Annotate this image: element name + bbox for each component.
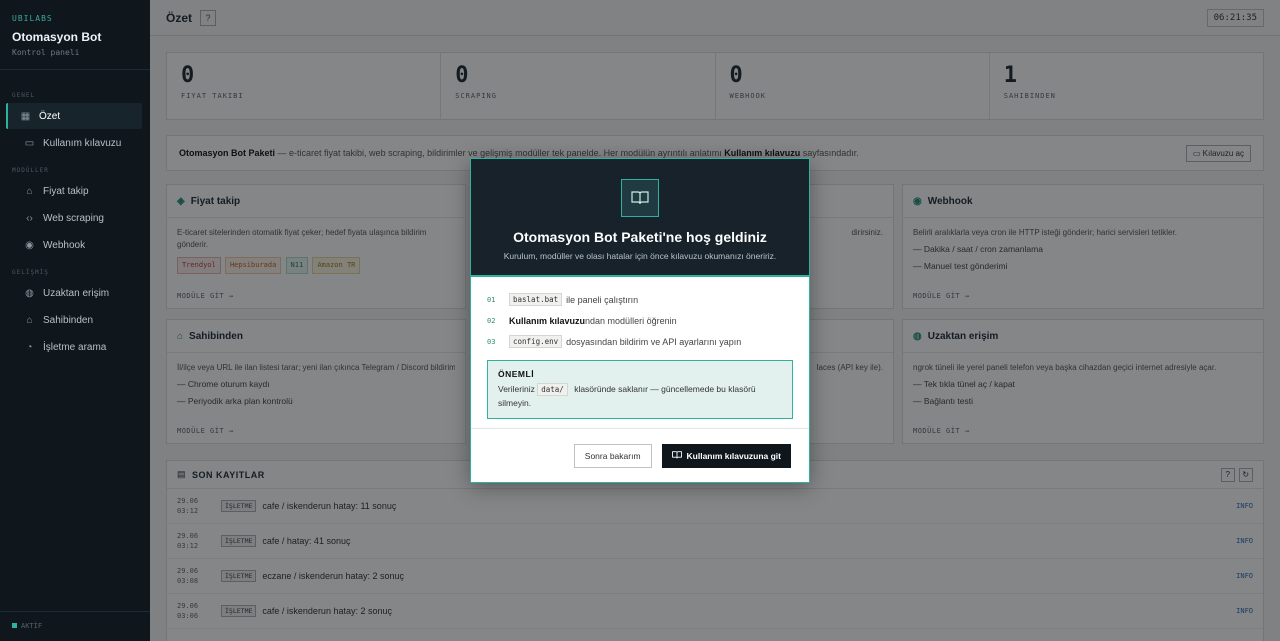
sidebar-item-kilavuz[interactable]: ▭ Kullanım kılavuzu xyxy=(6,130,142,156)
step-number: 03 xyxy=(487,337,496,346)
sidebar-item-fiyat-takip[interactable]: ⌂ Fiyat takip xyxy=(6,178,142,204)
sidebar-item-ozet[interactable]: ▦ Özet xyxy=(6,103,142,129)
tag-icon: ⌂ xyxy=(26,185,33,197)
sidebar-item-sahibinden[interactable]: ⌂ Sahibinden xyxy=(6,307,142,333)
step-bold: Kullanım kılavuzu xyxy=(509,315,586,326)
step-text: ile paneli çalıştırın xyxy=(566,294,639,305)
sidebar-item-label: Fiyat takip xyxy=(43,185,89,197)
globe-icon: ◍ xyxy=(25,287,34,299)
brand-title: Otomasyon Bot xyxy=(12,30,102,44)
sidebar: UBILABS Otomasyon Bot Kontrol paneli GEN… xyxy=(0,0,150,641)
important-notice: ÖNEMLİ Verileriniz data/ klasöründe sakl… xyxy=(487,360,793,419)
book-icon xyxy=(671,450,682,461)
brand-tag: UBILABS xyxy=(12,14,53,23)
modal-hero: Otomasyon Bot Paketi'ne hoş geldiniz Kur… xyxy=(471,159,809,277)
code-snippet: baslat.bat xyxy=(509,293,563,306)
status-dot xyxy=(12,623,17,628)
sidebar-item-web-scraping[interactable]: ‹› Web scraping xyxy=(6,205,142,231)
notice-text: Verileriniz data/ klasöründe saklanır — … xyxy=(498,383,782,410)
pin-icon: ◔ xyxy=(26,341,33,353)
section-label-advanced: GELİŞMİŞ xyxy=(12,269,49,276)
brand: UBILABS Otomasyon Bot Kontrol paneli xyxy=(0,0,150,70)
code-snippet: config.env xyxy=(509,335,563,348)
steps-list: 01 baslat.bat ile paneli çalıştırın 02 K… xyxy=(471,277,809,352)
sidebar-item-label: Webhook xyxy=(43,239,86,251)
step-3: 03 config.env dosyasından bildirim ve AP… xyxy=(487,331,793,352)
section-label-general: GENEL xyxy=(12,92,36,99)
sidebar-item-label: Web scraping xyxy=(43,212,104,224)
step-number: 02 xyxy=(487,316,496,325)
grid-icon: ▦ xyxy=(20,110,31,122)
code-snippet: data/ xyxy=(537,383,568,396)
signal-icon: ◉ xyxy=(25,239,34,251)
notice-title: ÖNEMLİ xyxy=(498,369,535,379)
modal-subtitle: Kurulum, modüller ve olası hatalar için … xyxy=(503,251,777,261)
sidebar-footer: AKTİF xyxy=(0,611,150,641)
step-text: ndan modülleri öğrenin xyxy=(585,315,677,326)
go-to-guide-button[interactable]: Kullanım kılavuzuna git xyxy=(661,443,791,468)
modal-actions: Sonra bakarım Kullanım kılavuzuna git xyxy=(471,428,809,482)
notice-pre: Verileriniz xyxy=(498,384,535,394)
sidebar-item-label: İşletme arama xyxy=(43,341,107,353)
brand-subtitle: Kontrol paneli xyxy=(12,48,80,57)
step-1: 01 baslat.bat ile paneli çalıştırın xyxy=(487,289,793,310)
welcome-modal: Otomasyon Bot Paketi'ne hoş geldiniz Kur… xyxy=(470,158,810,483)
later-button[interactable]: Sonra bakarım xyxy=(573,443,652,468)
status-text: AKTİF xyxy=(21,622,43,630)
book-icon: ▭ xyxy=(24,137,35,149)
sidebar-item-label: Kullanım kılavuzu xyxy=(43,137,122,149)
sidebar-item-uzaktan-erisim[interactable]: ◍ Uzaktan erişim xyxy=(6,280,142,306)
step-text: dosyasından bildirim ve API ayarlarını y… xyxy=(566,336,742,347)
sidebar-item-webhook[interactable]: ◉ Webhook xyxy=(6,232,142,258)
go-to-guide-label: Kullanım kılavuzuna git xyxy=(686,450,781,461)
book-icon xyxy=(621,179,659,217)
modal-title: Otomasyon Bot Paketi'ne hoş geldiniz xyxy=(513,229,767,245)
sidebar-item-label: Uzaktan erişim xyxy=(43,287,110,299)
section-label-modules: MODÜLLER xyxy=(12,167,49,174)
step-2: 02 Kullanım kılavuzu ndan modülleri öğren… xyxy=(487,310,793,331)
code-icon: ‹› xyxy=(26,212,33,224)
sidebar-item-label: Sahibinden xyxy=(43,314,94,326)
sidebar-item-label: Özet xyxy=(39,110,61,122)
home-icon: ⌂ xyxy=(26,314,33,326)
step-number: 01 xyxy=(487,295,496,304)
sidebar-item-isletme-arama[interactable]: ◔ İşletme arama xyxy=(6,334,142,360)
